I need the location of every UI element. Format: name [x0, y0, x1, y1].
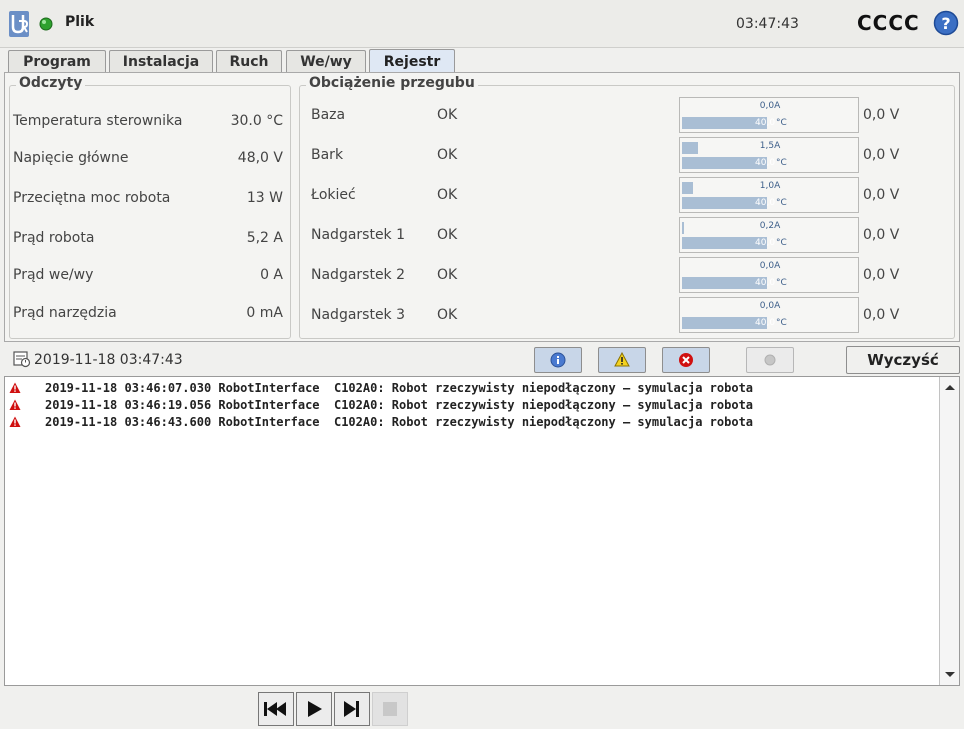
warning-icon — [614, 352, 630, 367]
reading-row: Prąd robota 5,2 A — [13, 230, 283, 246]
joint-row: Bark OK 1,5A 40,0 °C 0,0 V — [299, 137, 949, 173]
reading-row: Prąd we/wy 0 A — [13, 267, 283, 283]
joint-meter: 0,0A 40,0 °C — [679, 297, 859, 333]
reading-row: Temperatura sterownika 30.0 °C — [13, 113, 283, 129]
joint-meter: 1,0A 40,0 °C — [679, 177, 859, 213]
dot-icon — [764, 354, 776, 366]
clock: 03:47:43 — [736, 16, 799, 32]
joint-meter: 0,0A 40,0 °C — [679, 257, 859, 293]
joint-row: Nadgarstek 2 OK 0,0A 40,0 °C 0,0 V — [299, 257, 949, 293]
joint-meter: 0,0A 40,0 °C — [679, 97, 859, 133]
joint-row: Baza OK 0,0A 40,0 °C 0,0 V — [299, 97, 949, 133]
joint-row: Łokieć OK 1,0A 40,0 °C 0,0 V — [299, 177, 949, 213]
step-forward-icon — [344, 701, 359, 717]
log-scrollbar[interactable] — [939, 377, 959, 685]
error-warning-icon — [9, 399, 21, 410]
joint-meter: 0,2A 40,0 °C — [679, 217, 859, 253]
log-entry[interactable]: 2019-11-18 03:46:07.030 RobotInterface C… — [5, 380, 941, 396]
skip-start-icon — [264, 702, 286, 716]
joint-row: Nadgarstek 1 OK 0,2A 40,0 °C 0,0 V — [299, 217, 949, 253]
log-entry[interactable]: 2019-11-18 03:46:19.056 RobotInterface C… — [5, 397, 941, 413]
filter-debug-button[interactable] — [746, 347, 794, 373]
stop-icon — [383, 702, 397, 716]
stop-button[interactable] — [372, 692, 408, 726]
log-date: 2019-11-18 03:47:43 — [34, 352, 183, 368]
ur-logo-icon — [9, 11, 29, 37]
clear-log-button[interactable]: Wyczyść — [846, 346, 960, 374]
tab-ruch[interactable]: Ruch — [216, 50, 282, 72]
scroll-up-icon[interactable] — [940, 379, 960, 395]
joint-load-title: Obciążenie przegubu — [306, 75, 478, 91]
help-icon[interactable]: ? — [933, 10, 959, 36]
tab-rejestr[interactable]: Rejestr — [369, 49, 455, 73]
play-icon — [308, 701, 322, 717]
error-warning-icon — [9, 416, 21, 427]
scroll-down-icon[interactable] — [940, 667, 960, 683]
joint-row: Nadgarstek 3 OK 0,0A 40,0 °C 0,0 V — [299, 297, 949, 333]
filter-error-button[interactable] — [662, 347, 710, 373]
filter-info-button[interactable] — [534, 347, 582, 373]
tab-we-wy[interactable]: We/wy — [286, 50, 366, 72]
log-main-panel: Odczyty Temperatura sterownika 30.0 °C N… — [4, 72, 960, 342]
readings-title: Odczyty — [16, 75, 86, 91]
file-status-icon[interactable] — [39, 17, 53, 31]
svg-text:?: ? — [941, 14, 950, 33]
tab-program[interactable]: Program — [8, 50, 106, 72]
step-forward-button[interactable] — [334, 692, 370, 726]
tab-instalacja[interactable]: Instalacja — [109, 50, 213, 72]
play-button[interactable] — [296, 692, 332, 726]
error-icon — [679, 353, 693, 367]
log-entry[interactable]: 2019-11-18 03:46:43.600 RobotInterface C… — [5, 414, 941, 430]
log-toolbar: 2019-11-18 03:47:43 Wyczyść — [4, 344, 960, 374]
robot-name: CCCC — [857, 11, 920, 35]
log-list[interactable]: 2019-11-18 03:46:07.030 RobotInterface C… — [4, 376, 960, 686]
reading-row: Prąd narzędzia 0 mA — [13, 305, 283, 321]
filter-warning-button[interactable] — [598, 347, 646, 373]
skip-start-button[interactable] — [258, 692, 294, 726]
info-icon — [550, 352, 566, 368]
reading-row: Przeciętna moc robota 13 W — [13, 190, 283, 206]
log-date-icon — [13, 351, 31, 368]
file-menu-label[interactable]: Plik — [65, 14, 94, 30]
top-bar: Plik 03:47:43 CCCC ? — [0, 0, 964, 48]
reading-row: Napięcie główne 48,0 V — [13, 150, 283, 166]
error-warning-icon — [9, 382, 21, 393]
joint-meter: 1,5A 40,0 °C — [679, 137, 859, 173]
